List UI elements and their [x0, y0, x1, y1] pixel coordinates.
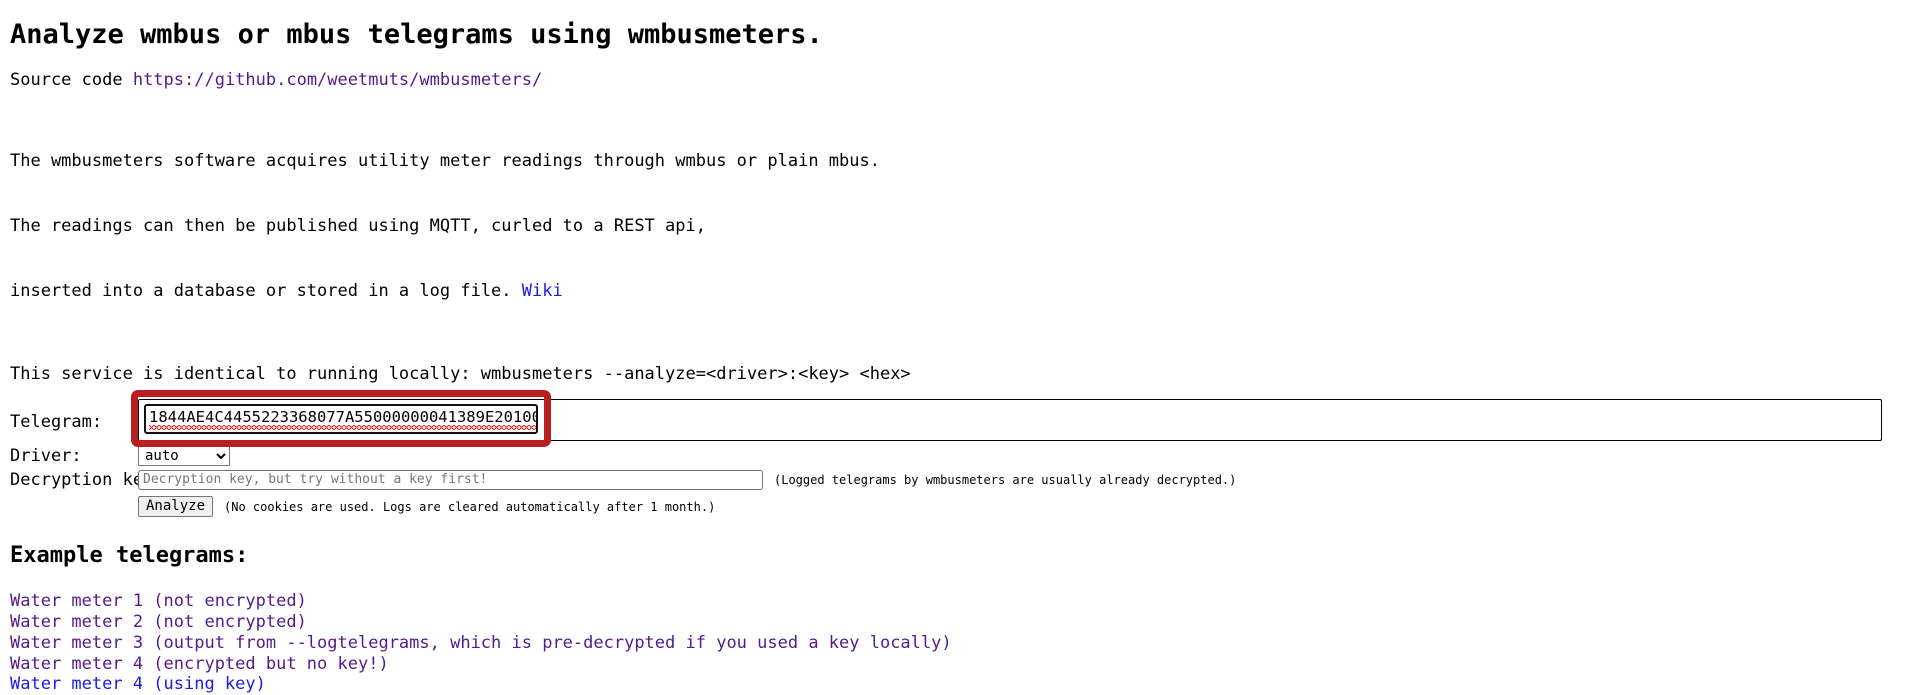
page-root: Analyze wmbus or mbus telegrams using wm… — [0, 0, 1920, 695]
identical-command-line: This service is identical to running loc… — [10, 364, 911, 385]
driver-select[interactable]: auto — [138, 445, 230, 466]
description-line-2: The readings can then be published using… — [10, 215, 706, 236]
example-link-water-meter-4-nokey[interactable]: Water meter 4 (encrypted but no key!) — [10, 654, 1920, 675]
decryption-key-input[interactable] — [138, 469, 763, 490]
analyze-row: Analyze (No cookies are used. Logs are c… — [10, 496, 1920, 518]
source-code-line: Source code https://github.com/weetmuts/… — [10, 69, 1920, 91]
example-link-water-meter-2[interactable]: Water meter 2 (not encrypted) — [10, 612, 1920, 633]
telegram-value-text: 1844AE4C4455223368077A55000000041389E201… — [146, 406, 536, 430]
description-line-1: The wmbusmeters software acquires utilit… — [10, 150, 880, 171]
telegram-value: 1844AE4C4455223368077A55000000041389E201… — [149, 407, 536, 426]
decryption-key-row: Decryption key: (Logged telegrams by wmb… — [10, 469, 1920, 490]
analyze-form: Telegram: 1844AE4C4455223368077A55000000… — [10, 389, 1920, 518]
page-title: Analyze wmbus or mbus telegrams using wm… — [10, 19, 823, 50]
telegram-row: Telegram: 1844AE4C4455223368077A55000000… — [10, 389, 1920, 447]
description-line-3-text: inserted into a database or stored in a … — [10, 281, 522, 302]
telegram-focused-input[interactable]: 1844AE4C4455223368077A55000000041389E201… — [144, 403, 538, 434]
example-link-water-meter-3[interactable]: Water meter 3 (output from --logtelegram… — [10, 633, 1920, 654]
analyze-button[interactable]: Analyze — [138, 496, 214, 518]
example-telegram-list: Water meter 1 (not encrypted) Water mete… — [10, 591, 1920, 695]
examples-heading: Example telegrams: — [10, 543, 249, 569]
spellcheck-underline — [149, 424, 536, 430]
telegram-field-wrap: 1844AE4C4455223368077A55000000041389E201… — [131, 389, 1920, 447]
example-link-water-meter-4-key[interactable]: Water meter 4 (using key) — [10, 674, 1920, 695]
decryption-key-note: (Logged telegrams by wmbusmeters are usu… — [774, 472, 1237, 487]
driver-row: Driver: auto — [10, 445, 1920, 466]
example-link-water-meter-1[interactable]: Water meter 1 (not encrypted) — [10, 591, 1920, 612]
description-line-3: inserted into a database or stored in a … — [10, 281, 1920, 303]
description-paragraph: The wmbusmeters software acquires utilit… — [10, 107, 1920, 346]
telegram-label: Telegram: — [10, 412, 103, 433]
source-code-link[interactable]: https://github.com/weetmuts/wmbusmeters/ — [133, 70, 542, 90]
driver-label: Driver: — [10, 445, 82, 466]
decryption-key-label: Decryption key: — [10, 469, 164, 490]
wiki-link[interactable]: Wiki — [522, 281, 563, 301]
source-code-label: Source code — [10, 69, 133, 90]
